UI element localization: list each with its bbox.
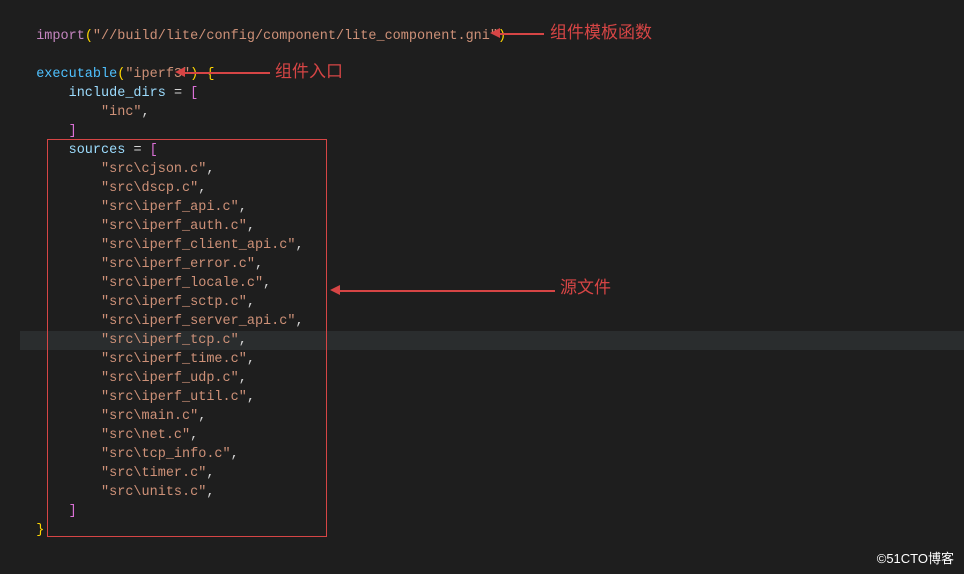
code-line: "src\net.c",	[20, 426, 964, 445]
code-line: "src\units.c",	[20, 483, 964, 502]
code-line: "src\main.c",	[20, 407, 964, 426]
code-line: "src\iperf_api.c",	[20, 198, 964, 217]
code-line: "src\iperf_udp.c",	[20, 369, 964, 388]
code-editor[interactable]: import("//build/lite/config/component/li…	[0, 0, 964, 540]
code-line: sources = [	[20, 141, 964, 160]
code-line: "src\iperf_util.c",	[20, 388, 964, 407]
code-line: "src\iperf_client_api.c",	[20, 236, 964, 255]
code-line: "src\iperf_time.c",	[20, 350, 964, 369]
code-line: "src\tcp_info.c",	[20, 445, 964, 464]
code-line: import("//build/lite/config/component/li…	[20, 27, 964, 46]
code-line: "src\iperf_error.c",	[20, 255, 964, 274]
code-line: "src\cjson.c",	[20, 160, 964, 179]
code-line: "src\iperf_server_api.c",	[20, 312, 964, 331]
code-line: ]	[20, 502, 964, 521]
code-line: "src\timer.c",	[20, 464, 964, 483]
code-line: "src\dscp.c",	[20, 179, 964, 198]
code-line: "src\iperf_sctp.c",	[20, 293, 964, 312]
code-line: }	[20, 521, 964, 540]
code-line: include_dirs = [	[20, 84, 964, 103]
code-line: "src\iperf_auth.c",	[20, 217, 964, 236]
code-line: ]	[20, 122, 964, 141]
code-line: "src\iperf_tcp.c",	[20, 331, 964, 350]
watermark: ©51CTO博客	[877, 549, 954, 568]
code-line: "src\iperf_locale.c",	[20, 274, 964, 293]
code-line: executable("iperf3") {	[20, 65, 964, 84]
code-line: "inc",	[20, 103, 964, 122]
